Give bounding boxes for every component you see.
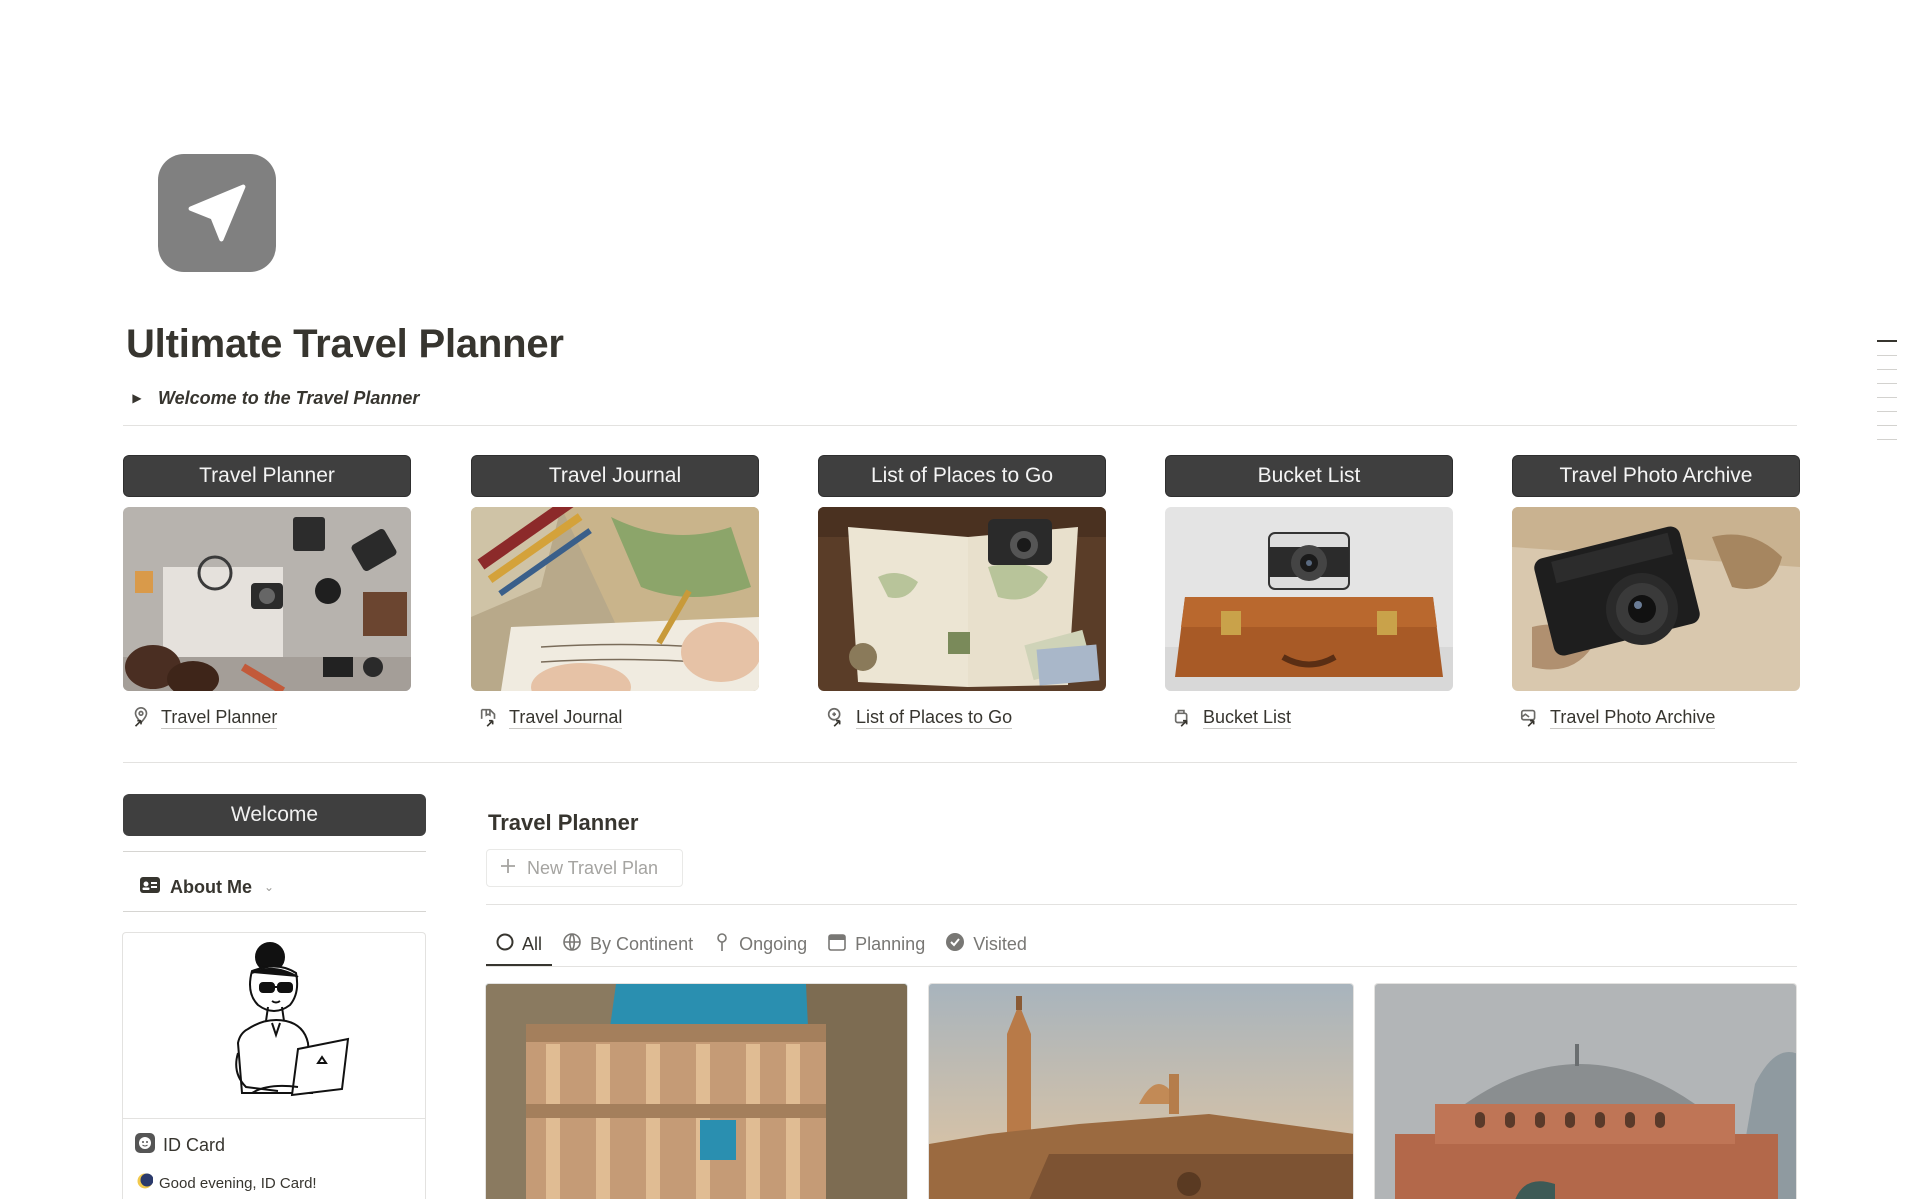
bag-link-icon: [1171, 705, 1195, 729]
id-card-title-row[interactable]: ID Card: [135, 1133, 225, 1158]
tab-label: All: [522, 933, 543, 954]
gallery-card-seville-cathedral[interactable]: [928, 983, 1354, 1199]
plus-icon: [499, 857, 517, 880]
card-travel-photo-archive: Travel Photo Archive Travel Photo Archiv…: [1512, 455, 1800, 731]
card-image-konica-camera-map: [1512, 507, 1800, 691]
card-link-label[interactable]: List of Places to Go: [856, 706, 1013, 729]
tabs-divider: [486, 966, 1797, 967]
card-link-label[interactable]: Travel Photo Archive: [1550, 706, 1716, 729]
card-link-travel-photo-archive[interactable]: Travel Photo Archive: [1512, 703, 1800, 731]
divider: [123, 425, 1797, 426]
card-travel-journal: Travel Journal Travel Journal: [471, 455, 759, 731]
photo-link-icon: [1518, 705, 1542, 729]
paper-plane-icon: [188, 184, 246, 242]
card-link-travel-journal[interactable]: Travel Journal: [471, 703, 759, 731]
id-card-title: ID Card: [163, 1135, 226, 1155]
chevron-down-icon[interactable]: ⌄: [264, 880, 274, 894]
card-link-travel-planner[interactable]: Travel Planner: [123, 703, 411, 731]
journal-link-icon: [477, 705, 501, 729]
card-header: List of Places to Go: [818, 455, 1106, 497]
divider: [486, 904, 1797, 905]
pin-icon: [713, 932, 731, 957]
divider: [123, 911, 426, 912]
new-travel-plan-button[interactable]: New Travel Plan: [486, 849, 683, 887]
tab-planning[interactable]: Planning: [817, 922, 935, 966]
view-tabs: All By Continent Ongoing Planning Visite…: [486, 922, 1037, 967]
moon-icon: [137, 1173, 154, 1194]
card-image-atlas-camera: [818, 507, 1106, 691]
new-button-label: New Travel Plan: [527, 857, 659, 878]
card-header: Travel Photo Archive: [1512, 455, 1800, 497]
id-card[interactable]: ID Card Good evening, ID Card!: [122, 932, 426, 1199]
card-image-suitcase-camera: [1165, 507, 1453, 691]
card-header: Travel Journal: [471, 455, 759, 497]
card-list-of-places: List of Places to Go List of Places to G…: [818, 455, 1106, 731]
avatar-illustration: [123, 933, 425, 1119]
face-icon: [135, 1133, 155, 1158]
tab-label: Planning: [855, 933, 926, 954]
page-icon[interactable]: [158, 154, 276, 272]
id-card-greeting-row: Good evening, ID Card!: [137, 1173, 317, 1194]
about-me-label: About Me: [170, 876, 252, 897]
table-of-contents-indicator[interactable]: [1877, 340, 1897, 453]
card-image-journal-map: [471, 507, 759, 691]
card-link-bucket-list[interactable]: Bucket List: [1165, 703, 1453, 731]
welcome-toggle[interactable]: ▶ Welcome to the Travel Planner: [130, 386, 419, 410]
tab-all[interactable]: All: [486, 922, 553, 967]
tab-label: Visited: [973, 933, 1027, 954]
card-header: Bucket List: [1165, 455, 1453, 497]
welcome-header: Welcome: [123, 794, 426, 836]
tab-label: By Continent: [590, 933, 694, 954]
card-link-label[interactable]: Travel Planner: [161, 706, 278, 729]
tab-ongoing[interactable]: Ongoing: [703, 922, 817, 966]
database-title[interactable]: Travel Planner: [488, 810, 638, 836]
search-map-link-icon: [824, 705, 848, 729]
about-me-toggle[interactable]: About Me ⌄: [140, 874, 274, 900]
card-image-travel-flatlay: [123, 507, 411, 691]
card-travel-planner: Travel Planner Travel Planner: [123, 455, 411, 731]
card-link-label[interactable]: Travel Journal: [509, 706, 623, 729]
card-header: Travel Planner: [123, 455, 411, 497]
divider: [123, 762, 1797, 763]
tab-by-continent[interactable]: By Continent: [552, 922, 703, 966]
id-card-icon: [140, 876, 160, 898]
toggle-arrow-icon[interactable]: ▶: [130, 391, 144, 405]
calendar-icon: [827, 932, 847, 957]
map-pin-link-icon: [129, 705, 153, 729]
card-link-label[interactable]: Bucket List: [1203, 706, 1292, 729]
tab-visited[interactable]: Visited: [935, 922, 1037, 966]
toggle-label: Welcome to the Travel Planner: [158, 387, 420, 408]
check-circle-icon: [945, 932, 965, 957]
greeting-text: Good evening, ID Card!: [159, 1175, 317, 1192]
gallery-card-library-ruins[interactable]: [485, 983, 908, 1199]
card-bucket-list: Bucket List Bucket List: [1165, 455, 1453, 731]
divider: [123, 851, 426, 852]
card-link-list-of-places[interactable]: List of Places to Go: [818, 703, 1106, 731]
gallery-card-hagia-sophia[interactable]: [1374, 983, 1797, 1199]
circle-icon: [496, 933, 514, 956]
tab-label: Ongoing: [739, 933, 808, 954]
globe-icon: [562, 932, 582, 957]
page-title: Ultimate Travel Planner: [126, 322, 564, 366]
